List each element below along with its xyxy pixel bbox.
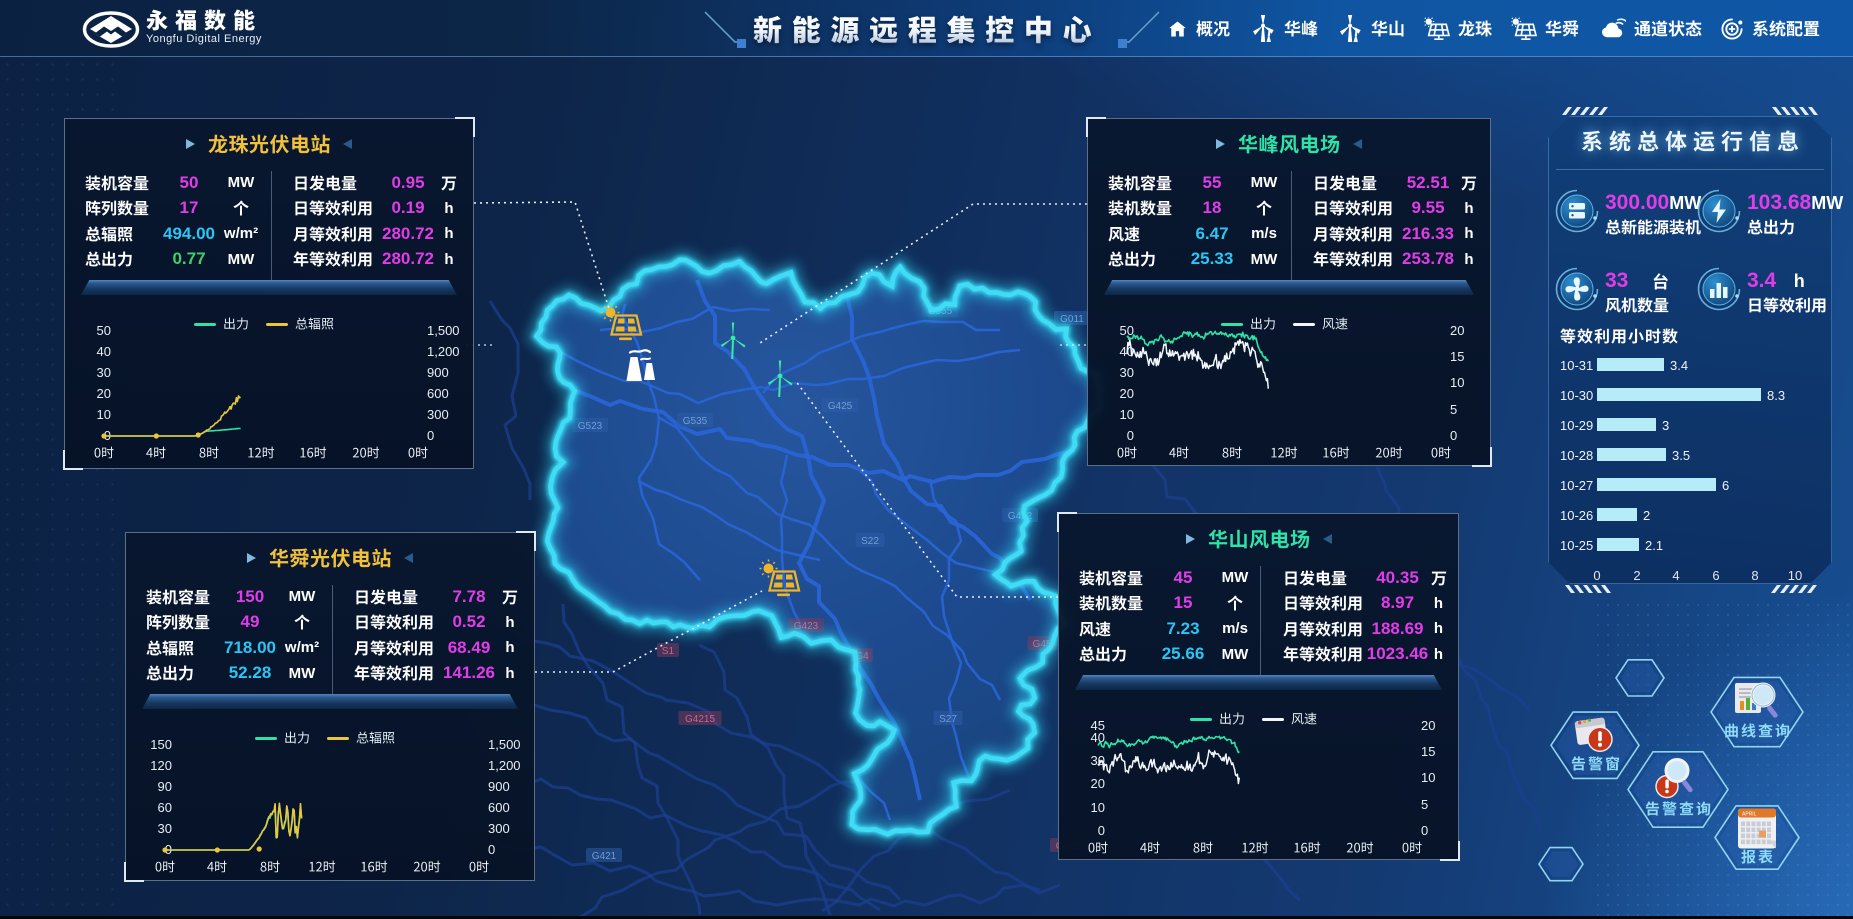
svg-text:APRIL: APRIL — [1742, 812, 1757, 818]
svg-text:G421: G421 — [592, 851, 617, 862]
svg-text:S22: S22 — [861, 536, 879, 547]
svg-text:G535: G535 — [683, 416, 708, 427]
svg-text:S27: S27 — [939, 714, 957, 725]
svg-text:S1: S1 — [662, 646, 675, 657]
svg-text:G425: G425 — [828, 401, 853, 412]
svg-text:G523: G523 — [578, 421, 603, 432]
svg-text:G4215: G4215 — [685, 714, 715, 725]
